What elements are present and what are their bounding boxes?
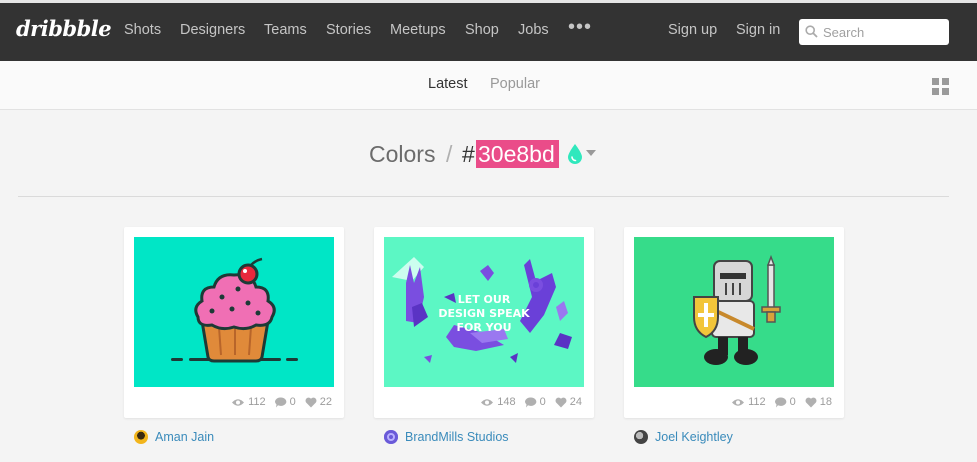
shot-stats: 112 0 22: [222, 395, 332, 409]
nav-stories[interactable]: Stories: [326, 22, 371, 38]
divider: [18, 196, 949, 197]
views-count: 112: [248, 396, 266, 408]
author-name: Joel Keightley: [655, 430, 733, 444]
views-stat: 112: [231, 396, 266, 408]
heart-icon: [305, 397, 317, 407]
comments-stat[interactable]: 0: [274, 396, 296, 408]
chevron-down-icon[interactable]: [586, 150, 596, 156]
avatar: [134, 430, 148, 444]
eye-icon: [732, 398, 745, 406]
avatar: [384, 430, 398, 444]
color-heading: Colors / # 30e8bd: [0, 137, 977, 171]
comment-icon: [524, 396, 536, 407]
nav-designers[interactable]: Designers: [180, 22, 245, 38]
heading-hash: #: [462, 141, 475, 167]
avatar: [634, 430, 648, 444]
views-stat: 112: [731, 396, 766, 408]
search-box[interactable]: [799, 19, 949, 45]
likes-count: 22: [319, 396, 332, 408]
views-count: 148: [497, 396, 516, 408]
eye-icon: [232, 398, 245, 406]
nav-shop[interactable]: Shop: [465, 22, 499, 38]
shot-stats: 148 0 24: [471, 395, 582, 409]
shot-card[interactable]: 112 0 22: [124, 227, 344, 418]
likes-count: 24: [569, 396, 582, 408]
comments-count: 0: [289, 396, 296, 408]
poster-line-2: DESIGN SPEAK: [438, 307, 530, 320]
shot-thumbnail-design-speak[interactable]: LET OUR DESIGN SPEAK FOR YOU: [384, 237, 584, 387]
nav-teams[interactable]: Teams: [264, 22, 307, 38]
poster-line-3: FOR YOU: [456, 321, 511, 334]
poster-line-1: LET OUR: [458, 293, 511, 306]
shot-card[interactable]: LET OUR DESIGN SPEAK FOR YOU 148 0 24: [374, 227, 594, 418]
likes-stat[interactable]: 18: [805, 396, 832, 408]
shot-thumbnail-knight[interactable]: [634, 237, 834, 387]
top-navigation-bar: dribbble Shots Designers Teams Stories M…: [0, 0, 977, 61]
nav-meetups[interactable]: Meetups: [390, 22, 446, 38]
heart-icon: [805, 397, 817, 407]
more-menu-button[interactable]: •••: [568, 16, 592, 39]
views-stat: 148: [480, 396, 516, 408]
author-name: Aman Jain: [155, 430, 215, 444]
search-input[interactable]: [823, 22, 943, 42]
sub-navigation: Latest Popular: [0, 61, 977, 110]
shot-author[interactable]: Aman Jain: [134, 429, 214, 445]
comments-count: 0: [789, 396, 796, 408]
shot-author[interactable]: BrandMills Studios: [384, 429, 509, 445]
comment-icon: [774, 396, 786, 407]
heart-icon: [555, 397, 567, 407]
nav-shots[interactable]: Shots: [124, 22, 161, 38]
sign-up-link[interactable]: Sign up: [668, 22, 717, 38]
shot-stats: 112 0 18: [722, 395, 832, 409]
tab-latest[interactable]: Latest: [428, 76, 468, 92]
grid-view-icon[interactable]: [932, 78, 949, 95]
cupcake-illustration: [134, 237, 334, 387]
knight-illustration: [634, 237, 834, 387]
comment-icon: [274, 396, 286, 407]
shot-thumbnail-cupcake[interactable]: [134, 237, 334, 387]
dribbble-logo[interactable]: dribbble: [16, 16, 112, 41]
views-count: 112: [748, 396, 766, 408]
comments-stat[interactable]: 0: [774, 396, 796, 408]
likes-stat[interactable]: 24: [555, 396, 582, 408]
likes-count: 18: [819, 396, 832, 408]
design-poster-illustration: LET OUR DESIGN SPEAK FOR YOU: [384, 237, 584, 387]
search-icon: [805, 25, 818, 38]
shot-card[interactable]: 112 0 18: [624, 227, 844, 418]
comments-stat[interactable]: 0: [524, 396, 546, 408]
comments-count: 0: [539, 396, 546, 408]
nav-jobs[interactable]: Jobs: [518, 22, 549, 38]
eye-icon: [481, 398, 494, 406]
heading-label: Colors: [369, 141, 436, 167]
shot-author[interactable]: Joel Keightley: [634, 429, 733, 445]
author-name: BrandMills Studios: [405, 430, 509, 444]
color-drop-icon[interactable]: [566, 143, 584, 165]
heading-hex-value: 30e8bd: [476, 140, 559, 168]
tab-popular[interactable]: Popular: [490, 76, 540, 92]
likes-stat[interactable]: 22: [305, 396, 332, 408]
sign-in-link[interactable]: Sign in: [736, 22, 780, 38]
heading-separator: /: [446, 141, 453, 167]
